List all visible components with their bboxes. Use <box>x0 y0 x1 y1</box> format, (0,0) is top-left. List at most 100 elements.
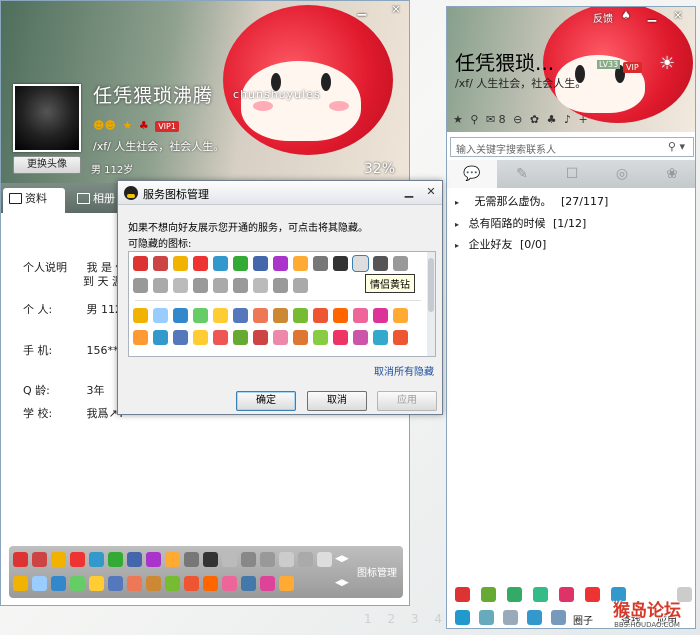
silver-diamond-icon[interactable] <box>222 552 237 567</box>
apply-button[interactable]: 应用 <box>377 391 437 411</box>
diamond-outline-icon[interactable] <box>298 552 313 567</box>
tab-apps[interactable]: ❀ <box>647 160 695 188</box>
grey-diamond-icon[interactable] <box>213 278 228 293</box>
flag-icon[interactable] <box>253 330 268 345</box>
farm-icon[interactable] <box>293 308 308 323</box>
grey-diamond-icon[interactable] <box>253 278 268 293</box>
minimize-button[interactable]: ▁ <box>400 184 418 200</box>
fire-icon[interactable] <box>203 576 218 591</box>
mail-icon[interactable] <box>184 576 199 591</box>
red-diamond-icon[interactable] <box>70 552 85 567</box>
icon-manage-link[interactable]: 图标管理 <box>357 564 397 579</box>
phone-icon[interactable] <box>127 552 142 567</box>
grey-icon[interactable] <box>293 278 308 293</box>
tab-info[interactable]: 资料 <box>3 188 65 213</box>
qq-show-icon[interactable] <box>13 552 28 567</box>
contact-group[interactable]: ▸ 总有陌路的时候 [1/12] <box>455 215 586 231</box>
tab-friends[interactable]: 💬 <box>447 160 497 188</box>
mail-icon[interactable] <box>313 308 328 323</box>
gray-icon[interactable] <box>260 552 275 567</box>
qq-pet-icon[interactable] <box>153 256 168 271</box>
light-icon[interactable] <box>317 552 332 567</box>
music-icon[interactable] <box>146 552 161 567</box>
phone-icon[interactable] <box>253 256 268 271</box>
home-icon[interactable] <box>253 308 268 323</box>
star-service-icon[interactable] <box>13 576 28 591</box>
qzone-icon[interactable] <box>51 576 66 591</box>
camera-icon[interactable] <box>233 330 248 345</box>
tab-qzone[interactable]: ◎ <box>597 160 647 188</box>
qq-show-icon[interactable] <box>133 256 148 271</box>
contact-group[interactable]: ▸ 无需那么虚伪。 [27/117] <box>455 193 608 209</box>
dialog-titlebar[interactable]: 服务图标管理 ▁ ✕ <box>118 181 442 205</box>
volume-icon[interactable] <box>503 610 518 625</box>
pet-egg-icon[interactable] <box>70 576 85 591</box>
book2-icon[interactable] <box>173 330 188 345</box>
avatar[interactable] <box>13 84 81 152</box>
search-icon[interactable]: ⚲ <box>470 113 478 126</box>
minimize-button[interactable]: ▁ <box>353 3 371 17</box>
book-icon[interactable] <box>241 576 256 591</box>
heart-icon[interactable] <box>333 330 348 345</box>
minimize-button[interactable]: ▁ <box>643 9 661 23</box>
circle-link[interactable]: 圈子 <box>573 612 593 627</box>
green-diamond-icon[interactable] <box>108 552 123 567</box>
grey-diamond-icon[interactable] <box>273 278 288 293</box>
burger-icon[interactable] <box>273 308 288 323</box>
green-diamond-icon[interactable] <box>233 256 248 271</box>
game-icon[interactable] <box>293 256 308 271</box>
house-icon[interactable] <box>293 330 308 345</box>
smile-icon[interactable] <box>193 330 208 345</box>
music-note-icon[interactable] <box>153 330 168 345</box>
blue-diamond-icon[interactable] <box>213 256 228 271</box>
grey-diamond-icon[interactable] <box>193 278 208 293</box>
cloud-icon[interactable] <box>153 308 168 323</box>
pale-icon[interactable] <box>279 552 294 567</box>
change-avatar-button[interactable]: 更换头像 <box>13 156 81 174</box>
shield-icon[interactable] <box>527 610 542 625</box>
prev-arrow-icon[interactable]: ◀▶ <box>335 554 349 564</box>
burger-icon[interactable] <box>146 576 161 591</box>
globe-icon[interactable] <box>373 330 388 345</box>
star-icon[interactable]: ★ <box>453 113 463 126</box>
cancel-button[interactable]: 取消 <box>307 391 367 411</box>
cloud-icon[interactable] <box>32 576 47 591</box>
sparkle-icon[interactable] <box>213 308 228 323</box>
flower-icon[interactable] <box>353 308 368 323</box>
main-signature[interactable]: /xf/ 人生社会，社会人生。 <box>455 75 586 91</box>
music-icon[interactable] <box>273 256 288 271</box>
grey-diamond-icon[interactable] <box>241 552 256 567</box>
grey-diamond-icon[interactable] <box>173 278 188 293</box>
add-icon[interactable]: + <box>579 113 588 126</box>
star-outline-icon[interactable] <box>393 256 408 271</box>
dark-diamond-icon[interactable] <box>373 256 388 271</box>
gift-icon[interactable] <box>279 576 294 591</box>
qq-show-icon[interactable] <box>455 587 470 602</box>
cake-icon[interactable] <box>273 330 288 345</box>
paipai-icon[interactable] <box>559 587 574 602</box>
grey-diamond-icon[interactable] <box>233 278 248 293</box>
qq-pet-icon[interactable] <box>32 552 47 567</box>
feedback-link[interactable]: 反馈 <box>593 10 613 25</box>
heart-diamond-icon[interactable] <box>184 552 199 567</box>
yellow-diamond-icon[interactable] <box>173 256 188 271</box>
calendar-icon[interactable] <box>233 308 248 323</box>
apple-icon[interactable] <box>393 330 408 345</box>
book-icon[interactable] <box>373 308 388 323</box>
play-icon[interactable] <box>507 587 522 602</box>
browser-icon[interactable] <box>481 587 496 602</box>
farm-icon[interactable] <box>165 576 180 591</box>
search-icon[interactable]: ⚲ ▾ <box>668 140 685 153</box>
tab-recent[interactable]: ☐ <box>547 160 597 188</box>
close-button[interactable]: ✕ <box>387 3 405 17</box>
unhide-all-link[interactable]: 取消所有隐藏 <box>374 363 434 378</box>
close-button[interactable]: ✕ <box>422 184 440 200</box>
paint-icon[interactable] <box>260 576 275 591</box>
home-icon[interactable] <box>127 576 142 591</box>
qzone-icon[interactable]: ✿ <box>530 113 539 126</box>
pet-egg-icon[interactable] <box>193 308 208 323</box>
wallet-icon[interactable]: ⊖ <box>513 113 522 126</box>
mail-icon[interactable]: ✉ <box>486 113 495 126</box>
tab-groups[interactable]: ✎ <box>497 160 547 188</box>
bell-icon[interactable]: ♪ <box>564 113 571 126</box>
